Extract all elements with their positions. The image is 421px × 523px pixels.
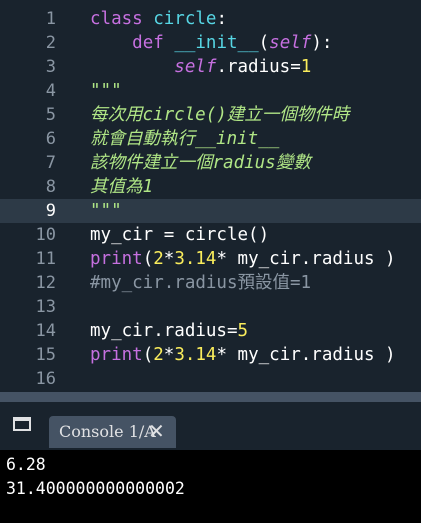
code-token: class <box>90 9 154 29</box>
console-pane: Console 1/A ✕ 6.28 31.400000000000002 <box>0 402 421 523</box>
code-token: 就會自動執行__init__ <box>90 129 280 149</box>
code-line[interactable]: 5 每次用circle()建立一個物件時 <box>0 103 421 127</box>
line-number: 7 <box>45 153 56 173</box>
code-text: 每次用circle()建立一個物件時 <box>90 103 349 127</box>
code-line[interactable]: 11 print(2*3.14* my_cir.radius ) <box>0 247 421 271</box>
code-line[interactable]: 1 class circle: <box>0 7 421 31</box>
code-line[interactable]: 14 my_cir.radius=5 <box>0 319 421 343</box>
code-token: self <box>174 57 217 77</box>
line-number: 4 <box>45 81 56 101</box>
code-text: print(2*3.14* my_cir.radius ) <box>90 247 396 271</box>
line-number: 5 <box>45 105 56 125</box>
code-token: ): <box>311 33 333 53</box>
code-token: __init__ <box>174 33 259 53</box>
code-text: self.radius=1 <box>90 55 311 79</box>
line-number: 10 <box>35 225 56 245</box>
code-line[interactable]: 10 my_cir = circle() <box>0 223 421 247</box>
code-line[interactable]: 7 該物件建立一個radius變數 <box>0 151 421 175</box>
code-line[interactable]: 15 print(2*3.14* my_cir.radius ) <box>0 343 421 367</box>
code-text: class circle: <box>90 7 227 31</box>
code-line[interactable]: 9 """ <box>0 199 421 223</box>
console-output-line: 31.400000000000002 <box>6 479 185 498</box>
line-number: 14 <box>35 321 56 341</box>
line-number: 9 <box>45 201 56 221</box>
console-output-line: 6.28 <box>6 455 46 474</box>
code-text: 就會自動執行__init__ <box>90 127 279 151</box>
code-text: print(2*3.14* my_cir.radius ) <box>90 343 396 367</box>
code-text: my_cir = circle() <box>90 223 269 247</box>
console-output[interactable]: 6.28 31.400000000000002 <box>0 450 421 523</box>
code-token: 2 <box>153 249 164 269</box>
line-number: 13 <box>35 297 56 317</box>
code-token: 3.14 <box>174 249 217 269</box>
line-number: 6 <box>45 129 56 149</box>
code-token: 其值為1 <box>90 177 154 197</box>
code-token: #my_cir.radius預設值=1 <box>90 273 312 293</box>
pane-options-icon[interactable] <box>13 417 31 431</box>
code-token: def <box>132 33 175 53</box>
pane-splitter[interactable] <box>0 392 421 402</box>
code-line[interactable]: 16 <box>0 367 421 391</box>
code-token: 1 <box>300 57 312 77</box>
code-token: print <box>90 249 143 269</box>
code-line[interactable]: 3 self.radius=1 <box>0 55 421 79</box>
code-text: my_cir.radius=5 <box>90 319 248 343</box>
code-token: * <box>163 345 175 365</box>
close-icon[interactable]: ✕ <box>148 419 165 443</box>
code-line[interactable]: 8 其值為1 <box>0 175 421 199</box>
code-token: 每次用circle()建立一個物件時 <box>90 105 350 125</box>
line-number: 11 <box>35 249 56 269</box>
code-token: """ <box>90 201 122 221</box>
code-token: 5 <box>237 321 249 341</box>
line-number: 3 <box>45 57 56 77</box>
code-token: circle <box>153 9 217 29</box>
code-token: : <box>216 9 227 29</box>
code-line[interactable]: 13 <box>0 295 421 319</box>
line-number: 12 <box>35 273 56 293</box>
code-line[interactable]: 2 def __init__(self): <box>0 31 421 55</box>
code-token: my_cir = circle() <box>90 225 270 245</box>
code-token: ( <box>142 249 154 269</box>
code-text: """ <box>90 79 122 103</box>
code-text: 該物件建立一個radius變數 <box>90 151 311 175</box>
code-text: """ <box>90 199 122 223</box>
code-token: ( <box>142 345 154 365</box>
code-text: 其值為1 <box>90 175 153 199</box>
code-token: my_cir.radius= <box>90 321 238 341</box>
code-token: 2 <box>153 345 164 365</box>
code-text: def __init__(self): <box>90 31 332 55</box>
code-text: #my_cir.radius預設值=1 <box>90 271 311 295</box>
line-number: 16 <box>35 369 56 389</box>
code-token: """ <box>90 81 122 101</box>
code-token: * <box>163 249 175 269</box>
console-tab-label: Console 1/A <box>59 422 156 441</box>
code-token: ( <box>258 33 270 53</box>
code-editor[interactable]: 1 class circle: 2 def __init__(self): 3 sel… <box>0 0 421 392</box>
line-number: 8 <box>45 177 56 197</box>
code-token: * my_cir.radius ) <box>216 249 396 269</box>
code-token: * my_cir.radius ) <box>216 345 396 365</box>
line-number: 2 <box>45 33 56 53</box>
code-line[interactable]: 12 #my_cir.radius預設值=1 <box>0 271 421 295</box>
code-token: .radius= <box>216 57 301 77</box>
code-line[interactable]: 6 就會自動執行__init__ <box>0 127 421 151</box>
line-number: 1 <box>45 9 56 29</box>
code-token: 3.14 <box>174 345 217 365</box>
code-line[interactable]: 4 """ <box>0 79 421 103</box>
code-token: print <box>90 345 143 365</box>
tab-console[interactable]: Console 1/A ✕ <box>49 416 176 448</box>
line-number: 15 <box>35 345 56 365</box>
code-token: self <box>269 33 312 53</box>
code-token: 該物件建立一個radius變數 <box>90 153 311 173</box>
